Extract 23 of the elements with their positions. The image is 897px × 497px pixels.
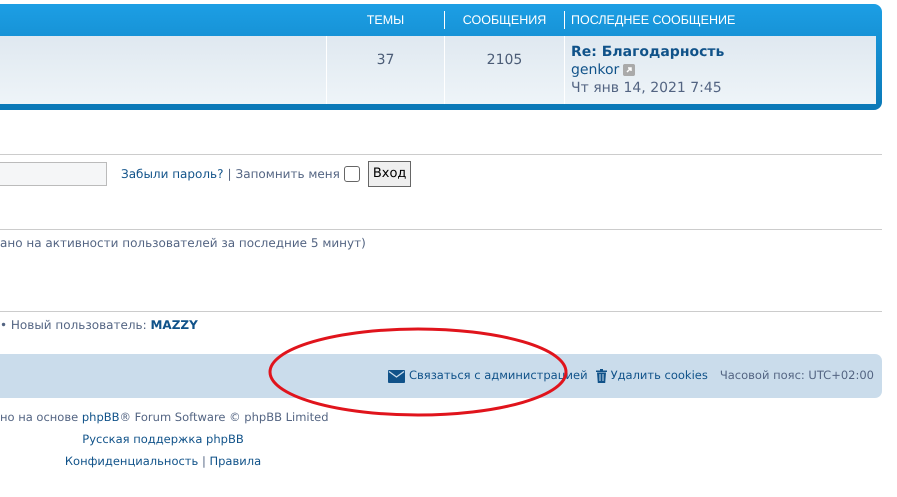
author-link[interactable]: genkor <box>571 61 620 79</box>
column-header: ПОСЛЕДНЕЕ СООБЩЕНИЕ <box>570 12 736 29</box>
column-header: ТЕМЫ <box>327 10 445 30</box>
newest-user-label: • Новый пользователь: <box>0 318 147 332</box>
delete-cookies-link[interactable]: Удалить cookies <box>596 367 708 385</box>
remember-me-label: Запомнить меня <box>236 166 340 183</box>
login-button[interactable]: Вход <box>368 161 412 187</box>
timezone-text: Часовой пояс: UTC+02:00 <box>720 367 874 384</box>
privacy-link[interactable]: Конфиденциальность <box>64 454 198 468</box>
separator: | <box>227 166 232 183</box>
powered-by-text: но на основе phpBB® Forum Software © phpBB Limited <box>0 410 329 424</box>
last-post-link[interactable]: Re: Благодарность <box>571 44 724 60</box>
separator: | <box>202 454 206 468</box>
support-link[interactable]: Русская поддержка phpBB <box>82 432 244 446</box>
online-info-text: ано на активности пользователей за последние 5 минут) <box>0 236 366 250</box>
rules-link[interactable]: Правила <box>209 454 262 468</box>
phpbb-link[interactable]: phpBB <box>82 410 120 424</box>
post-date: Чт янв 14, 2021 7:45 <box>571 79 722 97</box>
column-header: СООБЩЕНИЯ <box>445 10 565 30</box>
forgot-password-link[interactable]: Забыли пароль? <box>121 165 224 183</box>
newest-user-link[interactable]: MAZZY <box>150 318 198 332</box>
topics-count: 37 <box>376 51 394 70</box>
posts-count: 2105 <box>486 51 522 70</box>
